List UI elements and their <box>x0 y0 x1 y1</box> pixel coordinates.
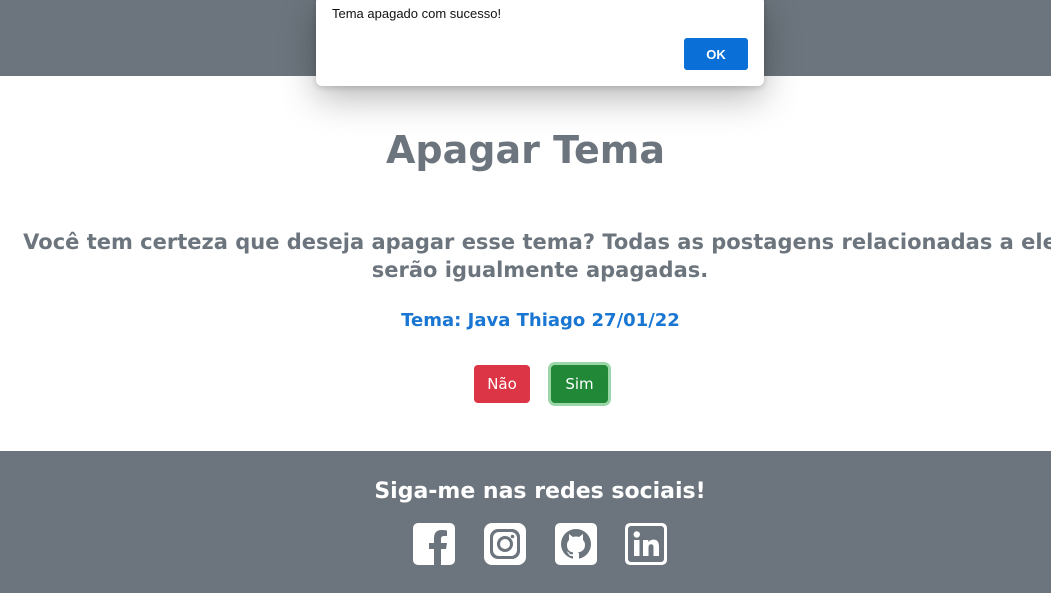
github-icon[interactable] <box>555 523 597 565</box>
linkedin-icon[interactable] <box>625 523 667 565</box>
footer: Siga-me nas redes sociais! <box>0 451 1051 593</box>
alert-dialog: Tema apagado com sucesso! OK <box>316 0 764 86</box>
topic-label: Tema: Java Thiago 27/01/22 <box>401 310 680 331</box>
yes-button[interactable]: Sim <box>551 365 608 403</box>
alert-message: Tema apagado com sucesso! <box>332 6 502 21</box>
delete-topic-panel: Apagar Tema Você tem certeza que deseja … <box>0 76 1051 451</box>
no-button[interactable]: Não <box>474 365 530 403</box>
instagram-icon[interactable] <box>484 523 526 565</box>
ok-button[interactable]: OK <box>684 38 748 70</box>
footer-title: Siga-me nas redes sociais! <box>374 479 706 504</box>
facebook-icon[interactable] <box>413 523 455 565</box>
confirmation-message: Você tem certeza que deseja apagar esse … <box>23 230 1051 282</box>
page-title: Apagar Tema <box>386 128 665 172</box>
